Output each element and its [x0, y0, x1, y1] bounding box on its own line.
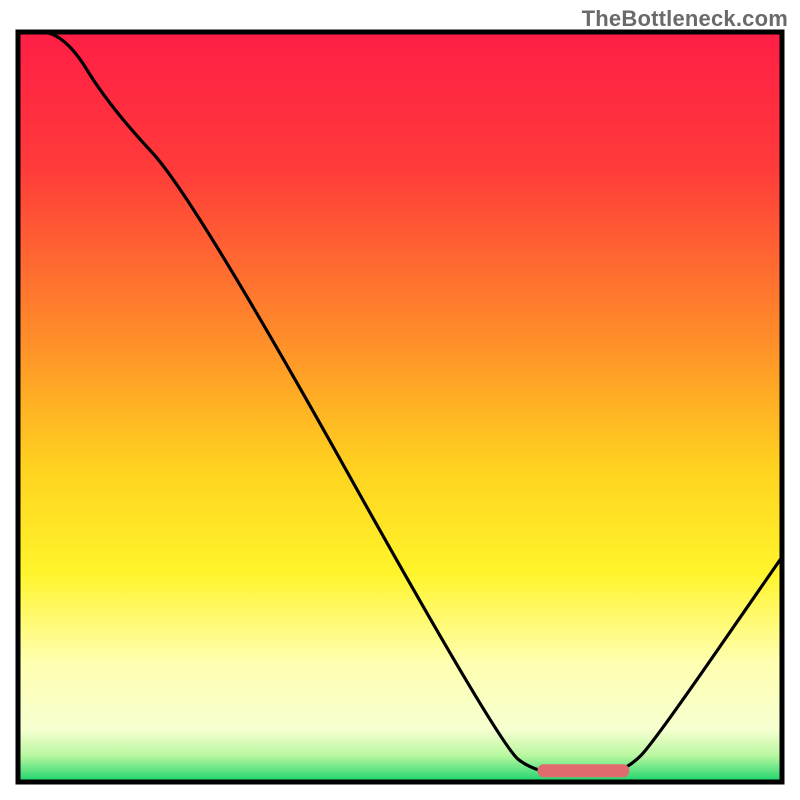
bottleneck-chart	[0, 0, 800, 800]
optimal-zone-marker	[538, 764, 630, 777]
watermark-text: TheBottleneck.com	[582, 6, 788, 32]
chart-container: TheBottleneck.com	[0, 0, 800, 800]
plot-background	[18, 32, 782, 782]
